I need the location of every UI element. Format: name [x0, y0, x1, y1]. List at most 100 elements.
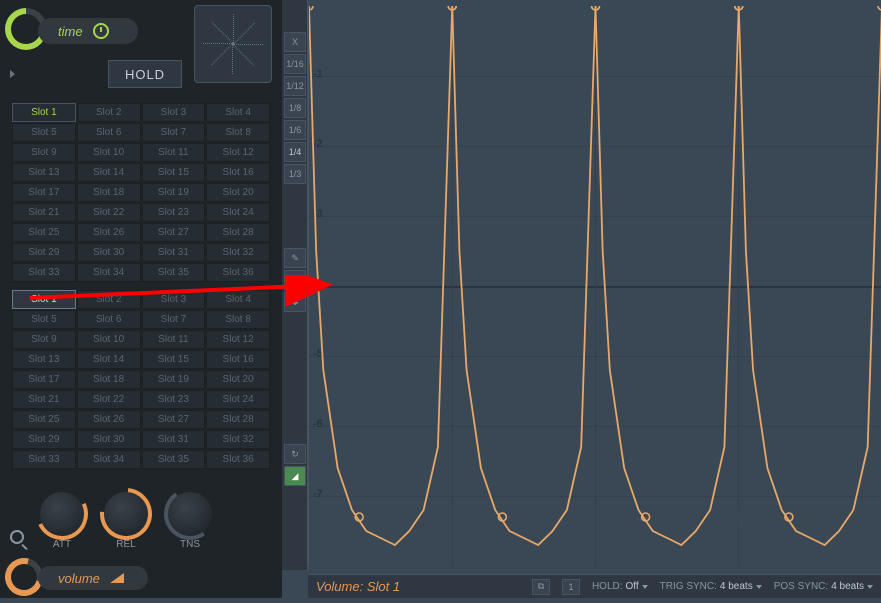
snap-1-16-button[interactable]: 1/16 — [284, 54, 306, 74]
slot-button[interactable]: Slot 28 — [206, 410, 270, 429]
slot-button[interactable]: Slot 32 — [206, 430, 270, 449]
slot-button[interactable]: Slot 2 — [77, 103, 141, 122]
slot-button[interactable]: Slot 17 — [12, 183, 76, 202]
slot-button[interactable]: Slot 25 — [12, 410, 76, 429]
slot-button[interactable]: Slot 27 — [142, 223, 206, 242]
tension-label: TNS — [180, 539, 200, 550]
slot-button[interactable]: Slot 12 — [206, 330, 270, 349]
snap-1-4-button[interactable]: 1/4 — [284, 142, 306, 162]
slot-button[interactable]: Slot 32 — [206, 243, 270, 262]
slot-button[interactable]: Slot 9 — [12, 330, 76, 349]
wave-tool-button[interactable]: ◢ — [284, 466, 306, 486]
slot-button[interactable]: Slot 22 — [77, 203, 141, 222]
snap-1-8-button[interactable]: 1/8 — [284, 98, 306, 118]
slot-button[interactable]: Slot 10 — [77, 143, 141, 162]
release-knob[interactable] — [104, 492, 148, 536]
search-icon[interactable] — [10, 530, 24, 544]
loop-tool-button[interactable]: ↻ — [284, 444, 306, 464]
slot-button[interactable]: Slot 17 — [12, 370, 76, 389]
slot-button[interactable]: Slot 24 — [206, 203, 270, 222]
slot-button[interactable]: Slot 35 — [142, 263, 206, 282]
slot-button[interactable]: Slot 22 — [77, 390, 141, 409]
slot-button[interactable]: Slot 19 — [142, 370, 206, 389]
snap-1-3-button[interactable]: 1/3 — [284, 164, 306, 184]
slot-button[interactable]: Slot 27 — [142, 410, 206, 429]
trig-sync-dropdown[interactable]: TRIG SYNC: 4 beats — [660, 581, 762, 592]
slot-button[interactable]: Slot 5 — [12, 310, 76, 329]
slot-button[interactable]: Slot 19 — [142, 183, 206, 202]
slot-button[interactable]: Slot 1 — [12, 290, 76, 309]
slot-button[interactable]: Slot 6 — [77, 310, 141, 329]
time-mode-button[interactable]: time — [38, 18, 138, 44]
snap-1-12-button[interactable]: 1/12 — [284, 76, 306, 96]
slot-button[interactable]: Slot 11 — [142, 330, 206, 349]
status-box-1[interactable]: ⧉ — [532, 579, 550, 595]
slot-button[interactable]: Slot 26 — [77, 410, 141, 429]
slot-button[interactable]: Slot 33 — [12, 450, 76, 469]
slot-button[interactable]: Slot 36 — [206, 450, 270, 469]
slot-button[interactable]: Slot 8 — [206, 310, 270, 329]
slot-button[interactable]: Slot 28 — [206, 223, 270, 242]
pos-sync-dropdown[interactable]: POS SYNC: 4 beats — [774, 581, 873, 592]
slot-button[interactable]: Slot 18 — [77, 370, 141, 389]
slot-button[interactable]: Slot 29 — [12, 430, 76, 449]
slot-button[interactable]: Slot 3 — [142, 103, 206, 122]
slot-button[interactable]: Slot 13 — [12, 350, 76, 369]
hold-button[interactable]: HOLD — [108, 60, 182, 88]
slot-button[interactable]: Slot 34 — [77, 450, 141, 469]
slot-button[interactable]: Slot 18 — [77, 183, 141, 202]
status-box-2[interactable]: 1 — [562, 579, 580, 595]
slot-button[interactable]: Slot 8 — [206, 123, 270, 142]
slot-button[interactable]: Slot 21 — [12, 390, 76, 409]
slot-button[interactable]: Slot 23 — [142, 203, 206, 222]
slot-button[interactable]: Slot 6 — [77, 123, 141, 142]
slot-button[interactable]: Slot 12 — [206, 143, 270, 162]
slot-button[interactable]: Slot 10 — [77, 330, 141, 349]
volume-mode-button[interactable]: volume — [38, 566, 148, 590]
slot-button[interactable]: Slot 16 — [206, 163, 270, 182]
slot-button[interactable]: Slot 35 — [142, 450, 206, 469]
tension-knob[interactable] — [168, 492, 212, 536]
slot-button[interactable]: Slot 20 — [206, 183, 270, 202]
slot-button[interactable]: Slot 20 — [206, 370, 270, 389]
slot-button[interactable]: Slot 26 — [77, 223, 141, 242]
slot-button[interactable]: Slot 4 — [206, 103, 270, 122]
slot-button[interactable]: Slot 14 — [77, 350, 141, 369]
slot-button[interactable]: Slot 33 — [12, 263, 76, 282]
slot-button[interactable]: Slot 2 — [77, 290, 141, 309]
scratch-pad[interactable] — [194, 5, 272, 83]
slot-button[interactable]: Slot 11 — [142, 143, 206, 162]
slot-button[interactable]: Slot 34 — [77, 263, 141, 282]
slot-button[interactable]: Slot 16 — [206, 350, 270, 369]
slot-button[interactable]: Slot 1 — [12, 103, 76, 122]
slot-button[interactable]: Slot 5 — [12, 123, 76, 142]
slot-button[interactable]: Slot 9 — [12, 143, 76, 162]
hold-dropdown[interactable]: HOLD: Off — [592, 581, 648, 592]
slot-button[interactable]: Slot 25 — [12, 223, 76, 242]
slot-button[interactable]: Slot 31 — [142, 243, 206, 262]
slot-button[interactable]: Slot 30 — [77, 243, 141, 262]
slot-button[interactable]: Slot 31 — [142, 430, 206, 449]
time-slot-grid: Slot 1Slot 2Slot 3Slot 4Slot 5Slot 6Slot… — [12, 103, 270, 283]
slot-button[interactable]: Slot 3 — [142, 290, 206, 309]
slot-button[interactable]: Slot 15 — [142, 163, 206, 182]
slot-button[interactable]: Slot 15 — [142, 350, 206, 369]
freeze-tool-button[interactable]: ✱ — [284, 292, 306, 312]
pencil-tool-button[interactable]: ✎ — [284, 248, 306, 268]
slot-button[interactable]: Slot 4 — [206, 290, 270, 309]
envelope-editor[interactable]: -1 -2 -3 -5 -6 -7 Gross Beat — [308, 6, 881, 566]
slot-button[interactable]: Slot 24 — [206, 390, 270, 409]
slot-button[interactable]: Slot 14 — [77, 163, 141, 182]
slot-button[interactable]: Slot 23 — [142, 390, 206, 409]
close-tool-button[interactable]: X — [284, 32, 306, 52]
slot-button[interactable]: Slot 29 — [12, 243, 76, 262]
slot-button[interactable]: Slot 21 — [12, 203, 76, 222]
slot-button[interactable]: Slot 30 — [77, 430, 141, 449]
snap-1-6-button[interactable]: 1/6 — [284, 120, 306, 140]
slot-button[interactable]: Slot 7 — [142, 123, 206, 142]
arrow-tool-button[interactable]: ➜ — [284, 270, 306, 290]
slot-button[interactable]: Slot 36 — [206, 263, 270, 282]
attack-knob[interactable] — [40, 492, 84, 536]
slot-button[interactable]: Slot 13 — [12, 163, 76, 182]
slot-button[interactable]: Slot 7 — [142, 310, 206, 329]
